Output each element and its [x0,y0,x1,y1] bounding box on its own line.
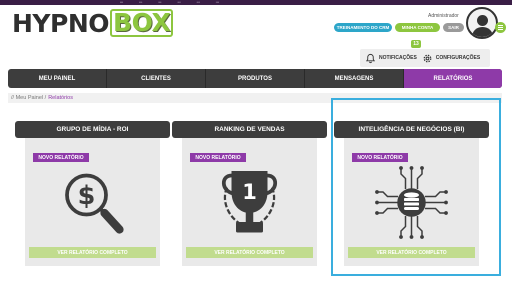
tab-mensagens[interactable]: MENSAGENS [305,69,404,88]
logo-text-hypno: HYPNO [12,8,110,38]
report-card-bi: INTELIGÊNCIA DE NEGÓCIOS (BI) NOVO RELAT… [334,121,489,266]
report-card-sales-ranking: RANKING DE VENDAS NOVO RELATÓRIO 1 VER R… [172,121,327,266]
top-menu-item[interactable]: ••• [177,0,180,5]
trophy-number: 1 [242,180,257,204]
top-menu-item[interactable]: ••• [139,0,142,5]
avatar-head [477,15,488,26]
trophy-icon: 1 [221,171,278,233]
tab-meu-painel[interactable]: MEU PAINEL [8,69,107,88]
top-menu: ••• ••• ••• ••• ••• ••• [120,0,219,5]
bell-icon [365,53,376,63]
card-title: GRUPO DE MÍDIA - ROI [15,121,170,138]
breadcrumb-prefix: // [11,95,15,101]
breadcrumb-current: Relatórios [48,95,73,101]
main-nav: MEU PAINEL CLIENTES PRODUTOS MENSAGENS R… [8,69,502,88]
top-strip [0,0,512,5]
breadcrumb-separator: / [44,95,47,101]
gear-icon [423,54,432,62]
card-title: INTELIGÊNCIA DE NEGÓCIOS (BI) [334,121,489,138]
tab-produtos[interactable]: PRODUTOS [206,69,305,88]
settings-button[interactable]: CONFIGURAÇÕES [422,53,480,64]
new-report-badge: NOVO RELATÓRIO [352,153,408,162]
settings-label: CONFIGURAÇÕES [435,55,481,61]
logo-text-box: BOX [110,9,174,37]
database-circuit-icon [375,166,448,239]
view-report-button[interactable]: VER RELATÓRIO COMPLETO [348,247,475,258]
card-title: RANKING DE VENDAS [172,121,327,138]
view-report-button[interactable]: VER RELATÓRIO COMPLETO [186,247,313,258]
view-report-button[interactable]: VER RELATÓRIO COMPLETO [29,247,156,258]
notification-count-badge: 13 [411,40,421,48]
top-menu-item[interactable]: ••• [158,0,161,5]
top-menu-item[interactable]: ••• [197,0,200,5]
app-logo[interactable]: HYPNO BOX [12,6,174,40]
report-card-roi: GRUPO DE MÍDIA - ROI NOVO RELATÓRIO $ VE… [15,121,170,266]
money-search-icon: $ [65,173,124,234]
breadcrumb-home[interactable]: Meu Painel [16,95,44,101]
top-menu-item[interactable]: ••• [120,0,123,5]
tab-relatorios[interactable]: RELATÓRIOS [404,69,502,88]
user-name: Administrador [428,13,459,19]
settings-bar: NOTIFICAÇÕES CONFIGURAÇÕES [360,49,490,67]
avatar[interactable] [466,7,498,39]
avatar-torso [472,27,493,37]
notifications-button[interactable]: NOTIFICAÇÕES [365,53,417,64]
logout-button[interactable]: SAIR [443,23,464,32]
notifications-label: NOTIFICAÇÕES [379,55,417,61]
my-account-button[interactable]: MINHA CONTA [395,23,440,32]
tab-clientes[interactable]: CLIENTES [107,69,206,88]
svg-text:$: $ [78,181,96,211]
top-menu-item[interactable]: ••• [216,0,219,5]
training-button[interactable]: TREINAMENTO DO CRM [334,23,392,32]
new-report-badge: NOVO RELATÓRIO [190,153,246,162]
new-report-badge: NOVO RELATÓRIO [33,153,89,162]
hamburger-menu-icon[interactable] [495,22,506,33]
